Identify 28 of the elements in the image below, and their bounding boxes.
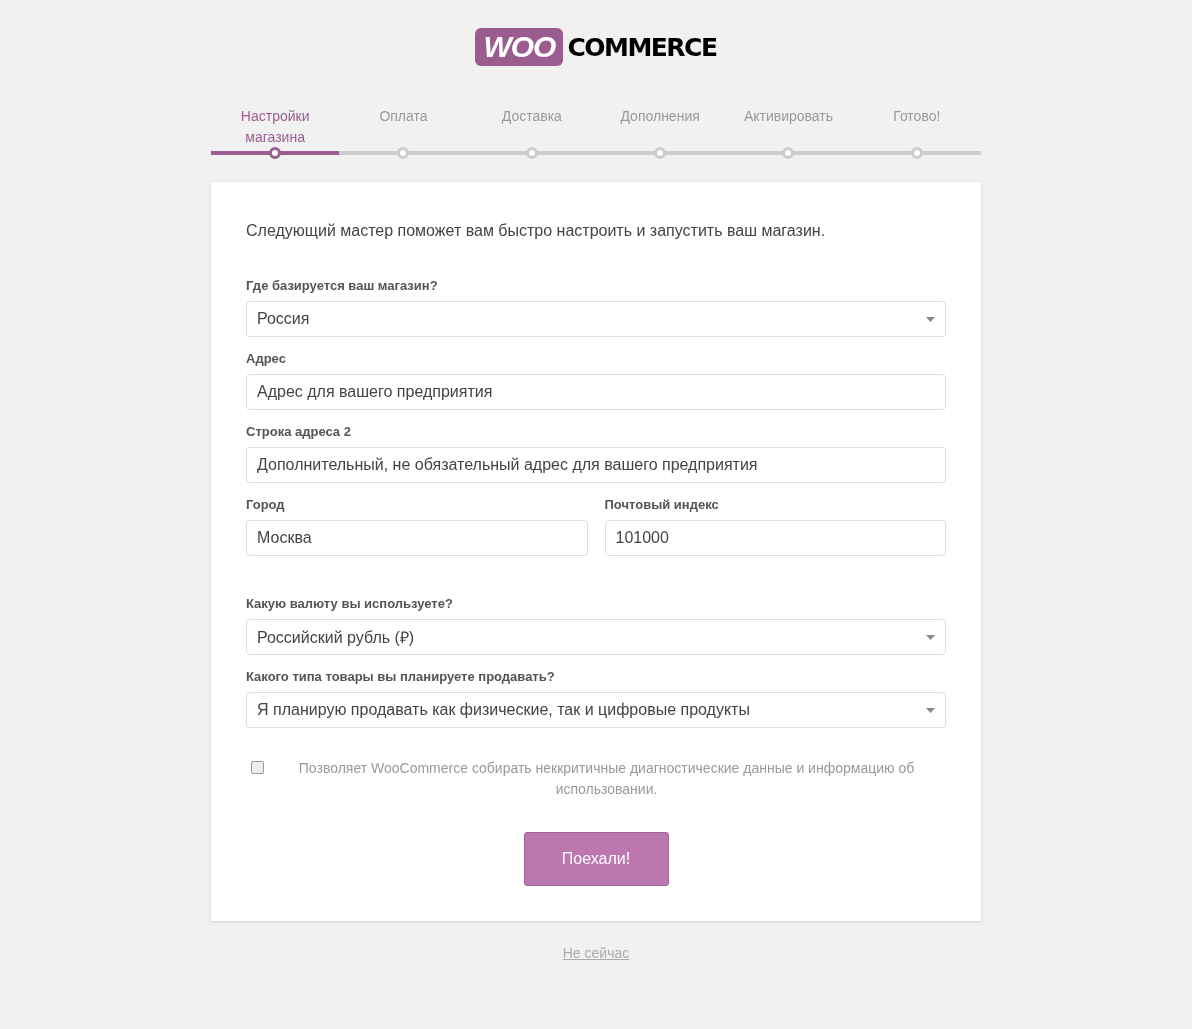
input-field[interactable]: Адрес для вашего предприятия — [246, 374, 946, 410]
logo-badge: WOO — [475, 28, 564, 66]
select-field[interactable]: Российский рубль (₽) — [246, 619, 946, 655]
checkbox[interactable] — [251, 761, 264, 774]
consent-text: Позволяет WooCommerce собирать неккритичные диагностические данные и информацию об использовании. — [297, 759, 916, 799]
intro-text: Следующий мастер поможет вам быстро настроить и запустить ваш магазин. — [246, 222, 827, 240]
select-field[interactable]: Я планирую продавать как физические, так и цифровые продукты — [246, 692, 946, 728]
input-field[interactable]: Москва — [246, 520, 588, 556]
caret-icon — [926, 707, 935, 713]
select-field[interactable]: Россия — [246, 301, 946, 337]
input-field[interactable]: Дополнительный, не обязательный адрес для вашего предприятия — [246, 447, 946, 483]
step-label: Настройки магазина — [239, 107, 311, 146]
field-label: Какую валюту вы используете? — [246, 596, 454, 611]
step-label: Активировать — [743, 107, 834, 126]
step-label: Оплата — [378, 107, 429, 126]
input-field[interactable]: 101000 — [604, 520, 946, 556]
step-label: Готово! — [892, 107, 942, 126]
caret-icon — [926, 634, 935, 640]
field-label: Адрес — [246, 351, 287, 366]
field-label: Где базируется ваш магазин? — [246, 278, 439, 293]
caret-icon — [926, 316, 935, 322]
step-label: Дополнения — [619, 107, 701, 126]
field-label: Строка адреса 2 — [246, 424, 352, 439]
field-label: Город — [246, 497, 286, 512]
field-label: Какого типа товары вы планируете продавать? — [246, 669, 556, 684]
step-label: Доставка — [500, 107, 563, 126]
field-label: Почтовый индекс — [604, 497, 720, 512]
logo-text: COMMERCE — [567, 32, 717, 62]
